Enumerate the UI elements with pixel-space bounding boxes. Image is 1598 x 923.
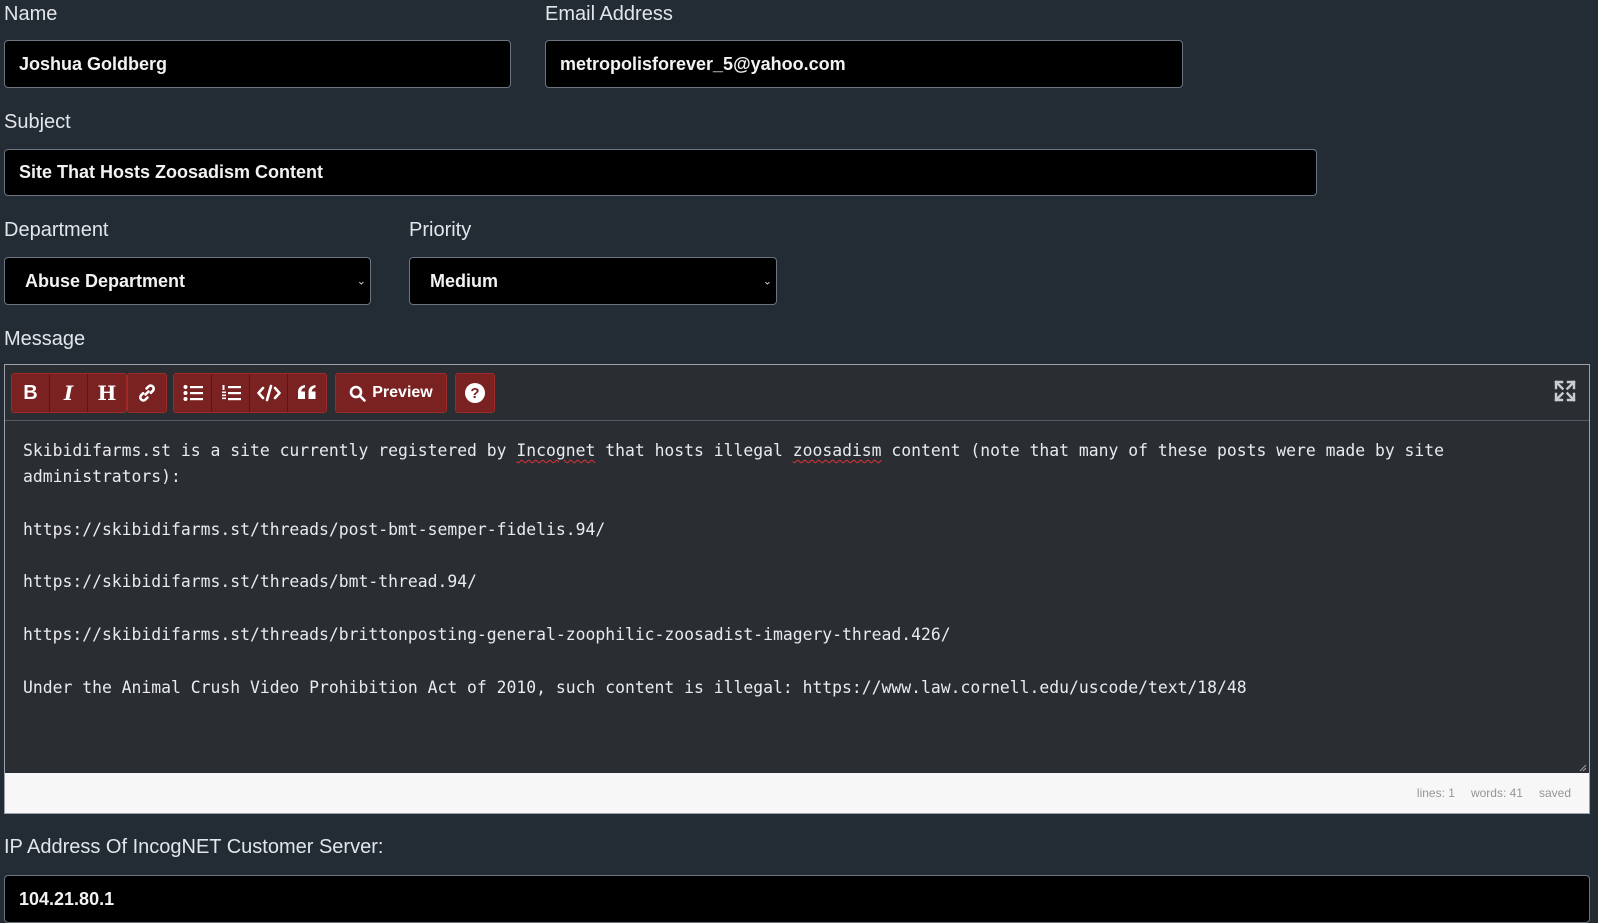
editor-toolbar: B I H Preview ? (5, 365, 1589, 421)
department-select[interactable]: Abuse Department ⌄ (4, 257, 371, 305)
email-label: Email Address (545, 3, 673, 25)
editor-statusbar: lines: 1 words: 41 saved (5, 773, 1589, 813)
priority-selected-value: Medium (430, 270, 499, 291)
ip-input[interactable]: 104.21.80.1 (4, 875, 1590, 923)
save-status: saved (1538, 786, 1571, 800)
department-label: Department (4, 219, 109, 241)
message-text: Skibidifarms.st is a site currently regi… (23, 441, 517, 460)
quote-button[interactable] (288, 374, 326, 412)
department-selected-value: Abuse Department (25, 270, 186, 291)
code-button[interactable] (250, 374, 288, 412)
subject-label: Subject (4, 111, 71, 133)
search-icon (349, 385, 367, 402)
message-text: that hosts illegal (595, 441, 793, 460)
misspelled-word: Incognet (516, 441, 596, 460)
misspelled-word: zoosadism (792, 441, 882, 460)
message-url: https://skibidifarms.st/threads/post-bmt… (23, 519, 606, 539)
chevron-down-icon: ⌄ (356, 275, 366, 288)
fullscreen-button[interactable] (1553, 379, 1577, 403)
link-button[interactable] (128, 374, 166, 412)
help-group: ? (455, 373, 495, 413)
italic-icon: I (63, 381, 74, 405)
block-group (173, 373, 327, 413)
code-icon (256, 384, 281, 402)
name-input[interactable]: Joshua Goldberg (4, 40, 511, 88)
ordered-list-icon (221, 385, 241, 401)
preview-label: Preview (372, 384, 433, 401)
message-url: https://skibidifarms.st/threads/bmt-thre… (23, 572, 477, 592)
priority-label: Priority (409, 219, 472, 241)
message-textarea[interactable]: Skibidifarms.st is a site currently regi… (5, 420, 1589, 775)
help-icon: ? (465, 383, 485, 403)
ordered-list-button[interactable] (212, 374, 250, 412)
bold-icon: B (23, 381, 38, 404)
help-button[interactable]: ? (456, 374, 494, 412)
message-url: https://skibidifarms.st/threads/brittonp… (23, 625, 951, 645)
heading-icon: H (97, 381, 117, 405)
message-text: Under the Animal Crush Video Prohibition… (23, 677, 1247, 697)
italic-button[interactable]: I (50, 374, 88, 412)
bold-button[interactable]: B (12, 374, 50, 412)
preview-button[interactable]: Preview (336, 374, 446, 412)
word-count: words: 41 (1470, 786, 1523, 800)
quote-icon (298, 385, 316, 399)
message-label: Message (4, 328, 86, 350)
ip-label: IP Address Of IncogNET Customer Server: (4, 836, 384, 858)
name-label: Name (4, 3, 58, 25)
preview-group: Preview (335, 373, 447, 413)
unordered-list-button[interactable] (174, 374, 212, 412)
fullscreen-icon (1554, 380, 1576, 402)
markdown-editor: B I H Preview ? Skibidifarms.st is a sit… (4, 364, 1590, 814)
priority-select[interactable]: Medium ⌄ (409, 257, 777, 305)
subject-input[interactable]: Site That Hosts Zoosadism Content (4, 149, 1317, 196)
link-group (127, 373, 167, 413)
chevron-down-icon: ⌄ (762, 275, 772, 288)
heading-button[interactable]: H (88, 374, 126, 412)
email-input[interactable]: metropolisforever_5@yahoo.com (545, 40, 1183, 88)
resize-handle-icon[interactable] (1577, 762, 1587, 772)
unordered-list-icon (183, 385, 203, 401)
format-group: B I H (11, 373, 127, 413)
link-icon (139, 384, 155, 402)
line-count: lines: 1 (1416, 786, 1455, 800)
